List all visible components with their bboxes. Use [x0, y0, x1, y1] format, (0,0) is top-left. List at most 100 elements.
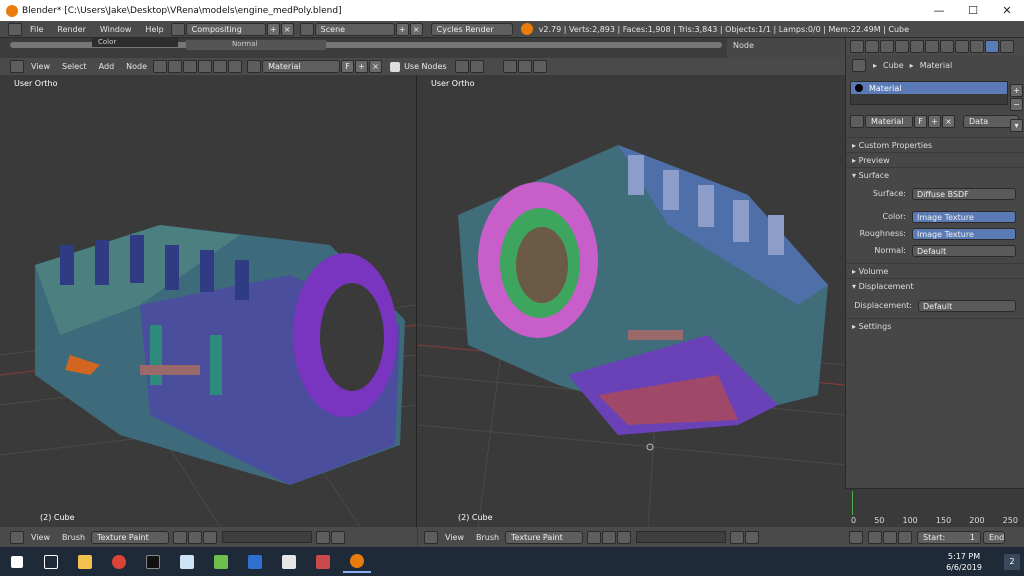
- layout-select[interactable]: Compositing: [185, 22, 266, 36]
- material-name-field[interactable]: Material: [865, 114, 913, 128]
- scene-add-icon[interactable]: +: [395, 22, 409, 36]
- material-fake-user-button[interactable]: F: [914, 114, 927, 128]
- pin-icon[interactable]: [852, 58, 866, 72]
- view3d-type-icon-left[interactable]: [10, 530, 24, 544]
- timeline-current-frame[interactable]: [852, 491, 853, 515]
- viewport-left-menu-brush[interactable]: Brush: [56, 533, 91, 542]
- unlink-material-icon[interactable]: ×: [369, 60, 383, 73]
- texture-tab-icon[interactable]: [1000, 40, 1014, 53]
- mode-select-left[interactable]: Texture Paint: [91, 530, 170, 544]
- object-shader-icon[interactable]: [198, 60, 213, 73]
- material-unlink-icon[interactable]: ×: [942, 114, 955, 128]
- slot-specials-icon[interactable]: ▾: [1010, 119, 1023, 132]
- node-menu-node[interactable]: Node: [120, 62, 153, 71]
- new-material-icon[interactable]: +: [355, 60, 369, 73]
- linestyle-icon[interactable]: [228, 60, 243, 73]
- backdrop-icon[interactable]: [502, 60, 517, 73]
- node-snap-icon[interactable]: [454, 60, 469, 73]
- minimize-button[interactable]: —: [922, 4, 956, 17]
- material-slot-row[interactable]: Material: [851, 82, 1007, 94]
- end-frame-field[interactable]: End: [983, 530, 1005, 544]
- menu-window[interactable]: Window: [93, 25, 139, 34]
- roughness-input-select[interactable]: Image Texture: [912, 227, 1016, 240]
- surface-select[interactable]: Diffuse BSDF: [912, 187, 1016, 200]
- use-nodes-checkbox[interactable]: [390, 61, 401, 72]
- timeline-view-icon[interactable]: [868, 530, 882, 544]
- layers-tab-icon[interactable]: [880, 40, 894, 53]
- menu-render[interactable]: Render: [50, 25, 92, 34]
- copy-node-icon[interactable]: [517, 60, 532, 73]
- remove-slot-icon[interactable]: −: [1010, 98, 1023, 111]
- timeline-type-icon[interactable]: [849, 530, 863, 544]
- editor-type-icon[interactable]: [8, 22, 22, 36]
- taskbar-notepad[interactable]: [173, 551, 201, 573]
- panel-surface[interactable]: ▾ Surface: [846, 167, 1024, 182]
- maximize-button[interactable]: ☐: [956, 4, 990, 17]
- object-tab-icon[interactable]: [925, 40, 939, 53]
- panel-volume[interactable]: ▸ Volume: [846, 263, 1024, 278]
- add-slot-icon[interactable]: +: [1010, 84, 1023, 97]
- start-button[interactable]: [3, 551, 31, 573]
- taskbar-blender[interactable]: [343, 551, 371, 573]
- taskbar-explorer[interactable]: [71, 551, 99, 573]
- material-tab-icon[interactable]: [985, 40, 999, 53]
- taskbar-app6[interactable]: [241, 551, 269, 573]
- menu-file[interactable]: File: [23, 25, 50, 34]
- viewport-right[interactable]: User Ortho (2) Cube: [418, 75, 845, 527]
- mode-select-right[interactable]: Texture Paint: [505, 530, 584, 544]
- panel-settings[interactable]: ▸ Settings: [846, 318, 1024, 333]
- node-pin-icon[interactable]: [469, 60, 484, 73]
- pivot-icon-right[interactable]: [602, 530, 617, 544]
- taskbar-app8[interactable]: [309, 551, 337, 573]
- scene-remove-icon[interactable]: ×: [409, 22, 423, 36]
- mask-icon-right[interactable]: [617, 530, 632, 544]
- taskbar-app5[interactable]: [207, 551, 235, 573]
- node-menu-select[interactable]: Select: [56, 62, 93, 71]
- properties-type-icon[interactable]: [850, 40, 864, 53]
- start-frame-field[interactable]: Start: 1: [917, 530, 981, 544]
- normal-input-select[interactable]: Default: [912, 244, 1016, 257]
- system-clock[interactable]: 5:17 PM 6/6/2019: [946, 551, 1004, 573]
- fake-user-button[interactable]: F: [341, 60, 355, 73]
- taskbar-app7[interactable]: [275, 551, 303, 573]
- render-icon-left[interactable]: [316, 530, 331, 544]
- render-anim-icon-left[interactable]: [331, 530, 346, 544]
- view3d-type-icon-right[interactable]: [424, 530, 438, 544]
- material-copy-icon[interactable]: +: [928, 114, 941, 128]
- compositing-type-icon[interactable]: [183, 60, 198, 73]
- paste-node-icon[interactable]: [532, 60, 547, 73]
- layout-add-icon[interactable]: +: [266, 22, 280, 36]
- pivot-icon-left[interactable]: [188, 530, 203, 544]
- timeline-frame-icon[interactable]: [898, 530, 912, 544]
- modifiers-tab-icon[interactable]: [955, 40, 969, 53]
- shader-type-icon[interactable]: [153, 60, 168, 73]
- layout-icon[interactable]: [170, 22, 185, 36]
- close-button[interactable]: ✕: [990, 4, 1024, 17]
- timeline[interactable]: 0 50 100 150 200 250: [845, 488, 1024, 527]
- render-tab-icon[interactable]: [865, 40, 879, 53]
- layer-buttons-left[interactable]: [222, 531, 313, 543]
- world-tab-icon[interactable]: [910, 40, 924, 53]
- color-input-select[interactable]: Image Texture: [912, 210, 1016, 223]
- render-anim-icon-right[interactable]: [745, 530, 760, 544]
- taskbar-chrome[interactable]: [105, 551, 133, 573]
- panel-displacement[interactable]: ▾ Displacement: [846, 278, 1024, 293]
- world-shader-icon[interactable]: [213, 60, 228, 73]
- viewport-left[interactable]: User Ortho (2) Cube: [0, 75, 417, 527]
- node-menu-add[interactable]: Add: [93, 62, 121, 71]
- layout-remove-icon[interactable]: ×: [280, 22, 294, 36]
- node-menu-view[interactable]: View: [25, 62, 56, 71]
- task-view-button[interactable]: [37, 551, 65, 573]
- node-editor-type-icon[interactable]: [10, 60, 24, 73]
- panel-preview[interactable]: ▸ Preview: [846, 152, 1024, 167]
- constraints-tab-icon[interactable]: [940, 40, 954, 53]
- shading-icon-left[interactable]: [173, 530, 188, 544]
- viewport-right-menu-brush[interactable]: Brush: [470, 533, 505, 542]
- taskbar-terminal[interactable]: [139, 551, 167, 573]
- render-engine-select[interactable]: Cycles Render: [430, 22, 513, 36]
- timeline-marker-icon[interactable]: [883, 530, 897, 544]
- viewport-left-menu-view[interactable]: View: [25, 533, 56, 542]
- viewport-right-menu-view[interactable]: View: [439, 533, 470, 542]
- shading-icon-right[interactable]: [587, 530, 602, 544]
- scene-select[interactable]: Scene: [314, 22, 395, 36]
